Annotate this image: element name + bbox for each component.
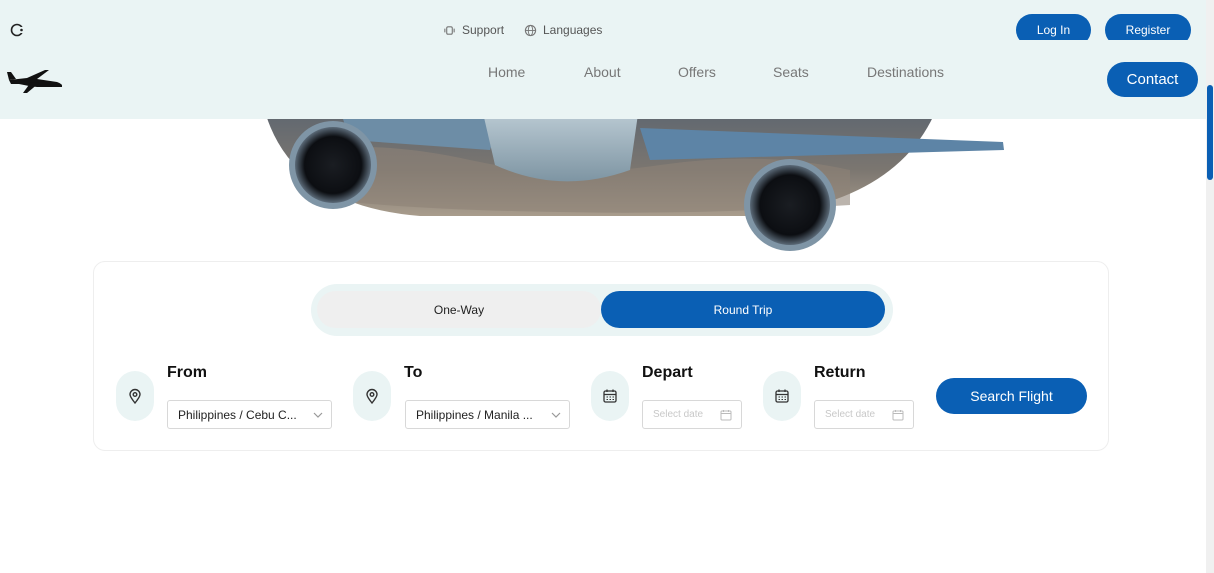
page: Support Languages Log In Register Home A… — [0, 0, 1214, 573]
to-label: To — [404, 364, 423, 381]
site-header: Support Languages Log In Register Home A… — [0, 0, 1206, 119]
nav-offers[interactable]: Offers — [678, 64, 716, 80]
support-label: Support — [462, 23, 505, 37]
support-link[interactable]: Support — [443, 23, 504, 37]
return-label: Return — [814, 364, 866, 381]
to-location-icon-wrap — [353, 371, 391, 421]
depart-label: Depart — [642, 364, 693, 381]
nav-home[interactable]: Home — [488, 64, 525, 80]
trip-type-round-trip[interactable]: Round Trip — [601, 291, 885, 328]
from-select[interactable]: Philippines / Cebu C... — [167, 400, 332, 429]
from-location-icon-wrap — [116, 371, 154, 421]
register-button[interactable]: Register — [1105, 14, 1191, 40]
support-icon — [444, 25, 455, 35]
location-pin-icon — [129, 388, 141, 404]
calendar-icon — [603, 389, 617, 403]
accessibility-icon[interactable] — [10, 22, 26, 38]
calendar-icon — [892, 410, 904, 421]
depart-date-input[interactable]: Select date — [642, 400, 742, 429]
nav-destinations[interactable]: Destinations — [867, 64, 944, 80]
depart-calendar-icon-wrap — [591, 371, 629, 421]
location-pin-icon — [366, 388, 378, 404]
nav-about[interactable]: About — [584, 64, 621, 80]
trip-type-one-way[interactable]: One-Way — [317, 291, 601, 328]
from-select-value: Philippines / Cebu C... — [178, 407, 297, 422]
calendar-icon — [720, 410, 732, 421]
depart-date-placeholder: Select date — [653, 409, 704, 420]
languages-link[interactable]: Languages — [524, 23, 602, 37]
nav-seats[interactable]: Seats — [773, 64, 809, 80]
login-button[interactable]: Log In — [1016, 14, 1091, 40]
airline-logo-jet-icon[interactable] — [7, 60, 65, 94]
return-calendar-icon-wrap — [763, 371, 801, 421]
calendar-icon — [775, 389, 789, 403]
languages-label: Languages — [543, 23, 603, 37]
from-label: From — [167, 364, 207, 381]
contact-button[interactable]: Contact — [1107, 62, 1198, 97]
search-flight-button[interactable]: Search Flight — [936, 378, 1087, 414]
to-select[interactable]: Philippines / Manila ... — [405, 400, 570, 429]
trip-type-toggle: One-Way Round Trip — [311, 284, 893, 336]
globe-icon — [524, 24, 537, 36]
chevron-down-icon — [313, 412, 323, 418]
chevron-down-icon — [551, 412, 561, 418]
to-select-value: Philippines / Manila ... — [416, 407, 533, 422]
return-date-placeholder: Select date — [825, 409, 876, 420]
return-date-input[interactable]: Select date — [814, 400, 914, 429]
flight-search-card: One-Way Round Trip From Philippines / Ce… — [93, 261, 1109, 451]
